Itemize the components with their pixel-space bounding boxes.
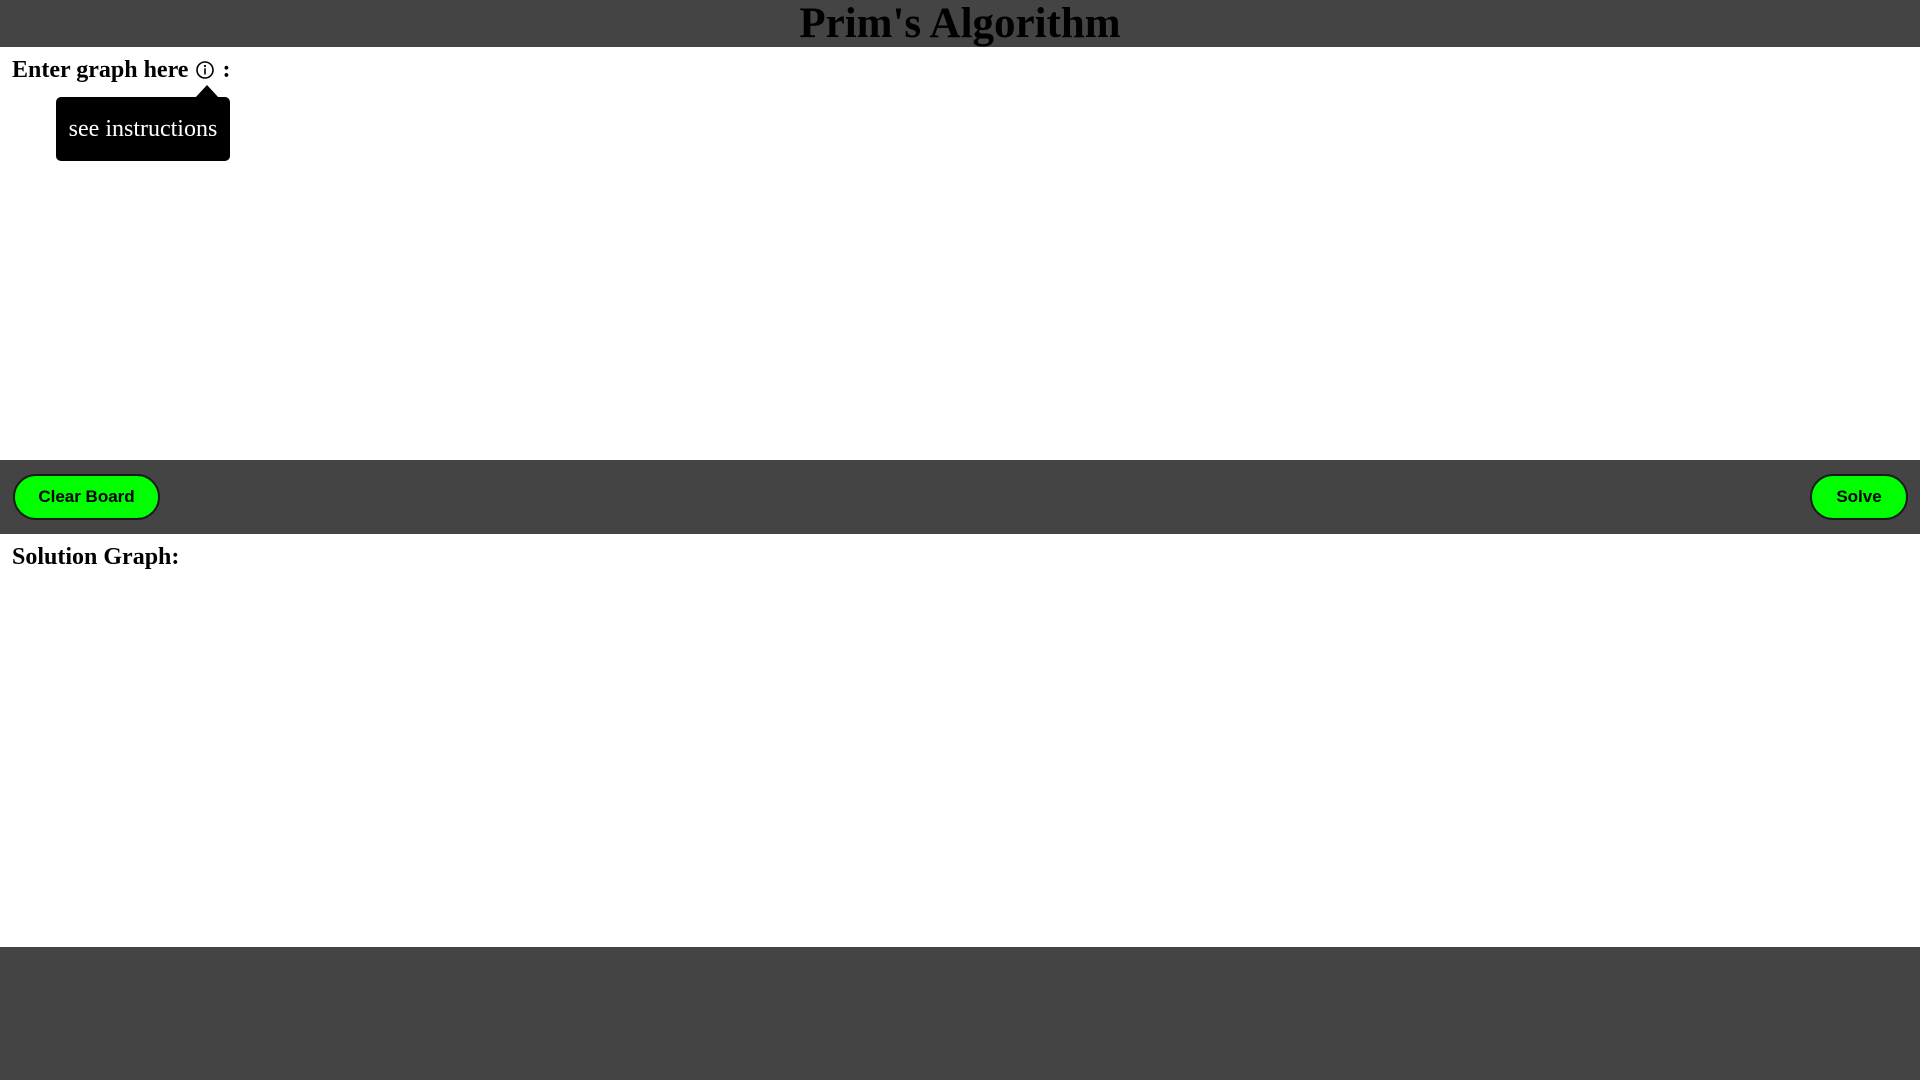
solution-graph-label: Solution Graph: bbox=[12, 544, 180, 570]
graph-input-label-colon: : bbox=[222, 57, 231, 83]
clear-board-button[interactable]: Clear Board bbox=[13, 474, 160, 520]
graph-input-canvas[interactable]: Enter graph here : see instructions bbox=[0, 47, 1920, 460]
solve-button[interactable]: Solve bbox=[1810, 474, 1908, 520]
graph-input-label-text: Enter graph here bbox=[12, 57, 189, 83]
graph-input-label: Enter graph here : bbox=[12, 57, 230, 84]
page-title: Prim's Algorithm bbox=[799, 0, 1121, 47]
app-header: Prim's Algorithm bbox=[0, 0, 1920, 47]
info-circle-icon[interactable] bbox=[195, 60, 215, 80]
solution-graph-canvas: Solution Graph: bbox=[0, 534, 1920, 947]
instructions-tooltip: see instructions bbox=[56, 97, 230, 161]
action-toolbar: Clear Board Solve bbox=[0, 460, 1920, 534]
